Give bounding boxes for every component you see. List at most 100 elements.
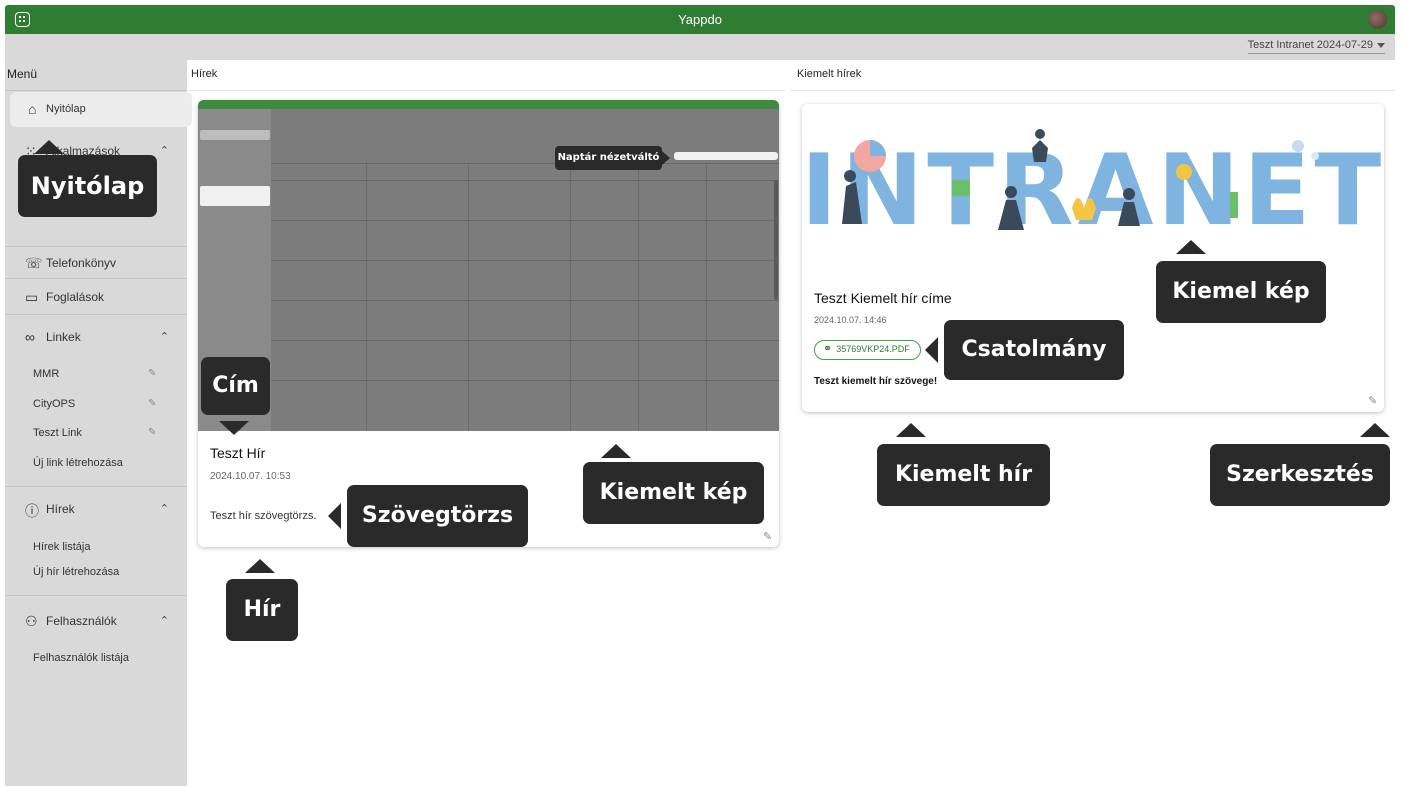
bubble-icon (1311, 152, 1319, 160)
person-head (1123, 188, 1135, 200)
screenshot-active-item (200, 186, 270, 206)
calendar-icon: ▭ (25, 289, 39, 305)
callout-arrow (328, 503, 341, 529)
news-list-item[interactable]: Hírek listája (33, 541, 90, 553)
news-date: 2024.10.07. 10:53 (210, 471, 291, 482)
new-link-item[interactable]: Új link létrehozása (33, 457, 123, 469)
callout-arrow (662, 151, 670, 165)
link-item-teszt-link[interactable]: Teszt Link ✎ (33, 427, 156, 439)
top-bar: Yappdo (5, 5, 1395, 34)
sidebar-item-news[interactable]: ⓘ Hírek ⌃ (5, 490, 187, 526)
screenshot-gridline (570, 163, 571, 431)
divider (790, 90, 1395, 91)
callout-arrow (1176, 240, 1206, 254)
screenshot-gridline (468, 163, 469, 431)
sidebar-item-label: Felhasználók (46, 614, 117, 628)
bubble-icon (1292, 140, 1304, 152)
sidebar-item-label: Linkek (46, 330, 81, 344)
new-news-item[interactable]: Új hír létrehozása (33, 566, 119, 578)
person-head (1005, 186, 1017, 198)
link-item-cityops[interactable]: CityOPS ✎ (33, 398, 156, 410)
phone-icon: ☏ (25, 255, 43, 271)
tenant-select[interactable]: Teszt Intranet 2024-07-29 (1247, 39, 1385, 54)
chevron-up-icon[interactable]: ⌃ (160, 502, 169, 515)
callout-naptar: Naptár nézetváltó (555, 146, 662, 170)
callout-cim: Cím (201, 357, 270, 415)
link-item-mmr[interactable]: MMR ✎ (33, 368, 156, 380)
pencil-icon[interactable]: ✎ (763, 530, 772, 543)
sidebar-item-label: Hírek (46, 502, 75, 516)
pencil-icon[interactable]: ✎ (1368, 394, 1377, 407)
attachment-chip[interactable]: ⚭ 35769VKP24.PDF (814, 340, 921, 360)
sidebar-item-home[interactable]: ⌂ Nyitólap (10, 92, 192, 127)
users-list-item[interactable]: Felhasználók listája (33, 652, 129, 664)
callout-hir: Hír (226, 579, 298, 641)
screenshot-gridline (366, 163, 367, 431)
pencil-icon[interactable]: ✎ (148, 368, 156, 379)
sub-bar: Teszt Intranet 2024-07-29 (5, 34, 1395, 60)
screenshot-gridline (706, 163, 707, 431)
featured-image: INTRANET (802, 104, 1384, 264)
screenshot-gridline (271, 260, 779, 261)
callout-nyitolap: Nyitólap (18, 155, 157, 217)
news-title[interactable]: Teszt Hír (210, 445, 265, 461)
sidebar-item-phonebook[interactable]: ☏ Telefonkönyv (5, 244, 187, 280)
divider (5, 90, 187, 91)
screenshot-view-chips (674, 152, 778, 160)
news-body: Teszt hír szövegtörzs. (210, 510, 317, 522)
callout-szerkesztes: Szerkesztés (1210, 444, 1390, 506)
chevron-up-icon[interactable]: ⌃ (160, 330, 169, 343)
screenshot-gridline (271, 163, 779, 164)
person-head (1035, 129, 1045, 139)
callout-kiemelt-hir: Kiemelt hír (877, 444, 1050, 506)
divider (188, 90, 785, 91)
callout-kiemelt-kep: Kiemelt kép (583, 462, 764, 524)
divider (5, 314, 187, 315)
sidebar-item-bookings[interactable]: ▭ Foglalások (5, 278, 187, 314)
intranet-illustration: INTRANET (802, 129, 1381, 248)
coin-icon (1176, 164, 1192, 180)
check-icon (952, 180, 970, 196)
attachment-name: 35769VKP24.PDF (836, 344, 910, 354)
pencil-icon[interactable]: ✎ (148, 427, 156, 438)
screenshot-gridline (271, 340, 779, 341)
app-title: Yappdo (678, 12, 722, 27)
link-icon: ∞ (25, 329, 35, 345)
screenshot-gridline (271, 220, 779, 221)
callout-szovegtorzs: Szövegtörzs (347, 485, 528, 547)
callout-csatolmany: Csatolmány (944, 320, 1124, 380)
sidebar-item-links[interactable]: ∞ Linkek ⌃ (5, 318, 187, 354)
paperclip-icon: ⚭ (823, 343, 833, 355)
featured-date: 2024.10.07. 14:46 (814, 315, 887, 325)
sidebar-item-label: Telefonkönyv (46, 256, 117, 270)
screenshot-scrollbar (774, 180, 778, 300)
callout-arrow (896, 423, 926, 437)
chevron-up-icon[interactable]: ⌃ (160, 144, 169, 157)
divider (5, 486, 187, 487)
screenshot-gridline (638, 163, 639, 431)
screenshot-gridline (271, 180, 779, 181)
featured-body: Teszt kiemelt hír szövege! (814, 376, 938, 387)
sidebar-item-label: Foglalások (46, 290, 105, 304)
person-head (844, 170, 856, 182)
divider (5, 595, 187, 596)
link-item-label: CityOPS (33, 398, 76, 410)
info-icon: ⓘ (25, 503, 39, 519)
news-image (198, 100, 779, 431)
menu-title: Menü (7, 67, 38, 81)
screenshot-home (200, 130, 270, 140)
callout-arrow (245, 559, 275, 573)
callout-arrow (925, 337, 938, 363)
news-section-title: Hírek (191, 68, 218, 80)
avatar[interactable] (1368, 10, 1387, 29)
callout-arrow (219, 421, 249, 435)
pencil-icon[interactable]: ✎ (148, 398, 156, 409)
featured-title[interactable]: Teszt Kiemelt hír címe (814, 290, 952, 306)
server-icon (1230, 192, 1238, 218)
screenshot-topbar (198, 100, 779, 109)
home-icon: ⌂ (28, 101, 37, 117)
screenshot-gridline (271, 300, 779, 301)
screenshot-gridline (271, 380, 779, 381)
chevron-up-icon[interactable]: ⌃ (160, 614, 169, 627)
sidebar-item-users[interactable]: ⚇ Felhasználók ⌃ (5, 602, 187, 638)
